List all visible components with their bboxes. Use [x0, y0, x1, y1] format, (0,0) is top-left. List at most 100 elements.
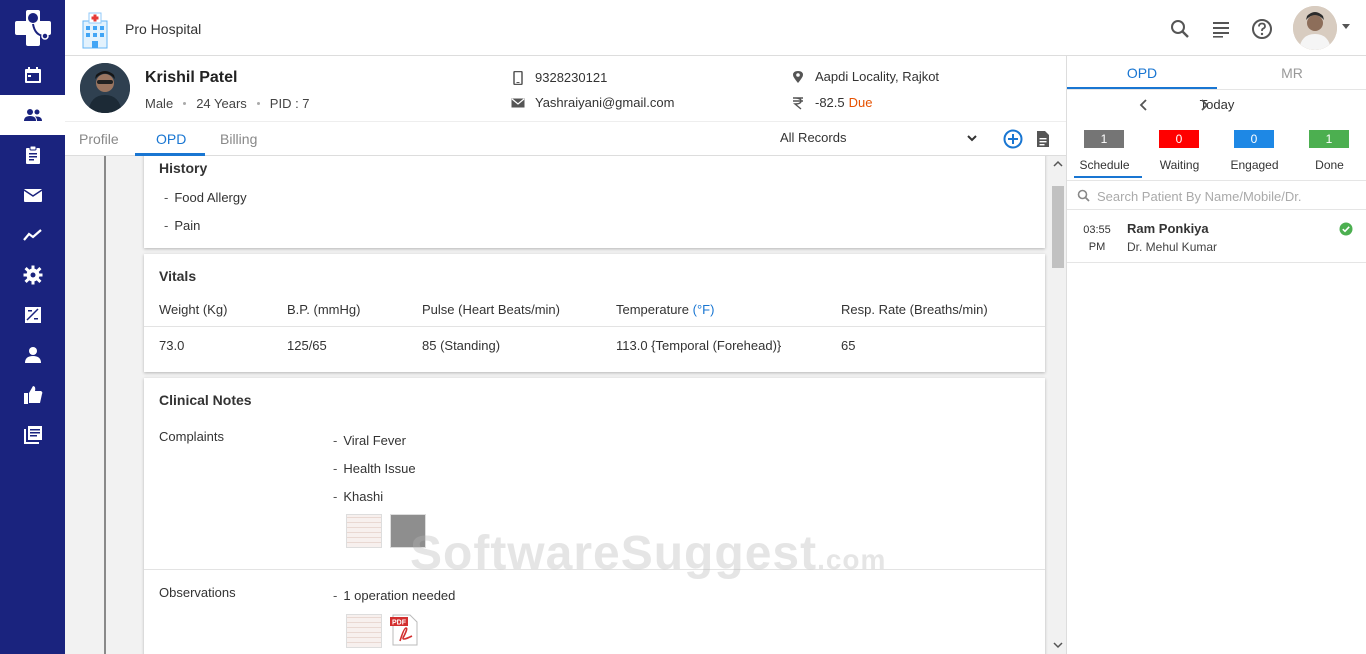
- nav-patients[interactable]: [0, 95, 65, 135]
- waiting-label[interactable]: Waiting: [1142, 158, 1217, 172]
- patient-address: Aapdi Locality, Rajkot: [791, 69, 939, 84]
- clinical-notes-card: Clinical Notes Complaints - Viral Fever -…: [144, 378, 1045, 654]
- nav-settings[interactable]: [0, 255, 65, 295]
- schedule-count-badge[interactable]: 1: [1084, 130, 1124, 148]
- hospital-building-icon: [82, 12, 108, 49]
- account-dropdown-caret[interactable]: [1342, 24, 1350, 29]
- nav-clipboard[interactable]: [0, 135, 65, 175]
- engaged-label[interactable]: Engaged: [1217, 158, 1292, 172]
- schedule-label[interactable]: Schedule: [1067, 158, 1142, 172]
- observation-attachment-thumbnail[interactable]: [346, 614, 382, 648]
- vitals-card: Vitals Weight (Kg) B.P. (mmHg) Pulse (He…: [144, 254, 1045, 372]
- temperature-unit-toggle[interactable]: (°F): [693, 302, 715, 317]
- vitals-header-weight: Weight (Kg): [159, 302, 228, 317]
- hospital-name: Pro Hospital: [125, 21, 202, 37]
- engaged-count-badge[interactable]: 0: [1234, 130, 1274, 148]
- mail-icon: [511, 98, 525, 107]
- tab-billing[interactable]: Billing: [220, 131, 257, 147]
- nav-reports[interactable]: [0, 295, 65, 335]
- patient-balance-status: Due: [848, 95, 873, 110]
- document-icon[interactable]: [1036, 130, 1050, 148]
- search-icon[interactable]: [1169, 18, 1191, 40]
- svg-text:PDF: PDF: [392, 620, 407, 627]
- nav-mail[interactable]: [0, 175, 65, 215]
- list-menu-icon[interactable]: [1210, 18, 1232, 40]
- complaint-attachment-thumbnail[interactable]: [346, 514, 382, 548]
- patient-age: 24 Years: [196, 96, 247, 111]
- pdf-file-icon[interactable]: PDF: [390, 614, 420, 646]
- tab-divider: [1067, 89, 1366, 90]
- nav-trends[interactable]: [0, 215, 65, 255]
- date-label: Today: [1199, 97, 1235, 112]
- nav-user[interactable]: [0, 335, 65, 375]
- timeline-line: [104, 156, 106, 654]
- complaints-label: Complaints: [159, 429, 225, 444]
- complaint-item: - Khashi: [333, 489, 384, 504]
- rupee-icon: [793, 96, 803, 110]
- gear-icon: [23, 265, 42, 285]
- scroll-down-icon[interactable]: [1053, 641, 1063, 649]
- vitals-value-temperature: 113.0 {Temporal (Forehead)}: [616, 338, 782, 353]
- observation-item: -1 operation needed: [333, 588, 456, 603]
- user-avatar-photo: [1293, 6, 1337, 50]
- nav-calendar[interactable]: [0, 55, 65, 95]
- appointment-row[interactable]: 03:55 PM Ram Ponkiya Dr. Mehul Kumar: [1067, 212, 1366, 263]
- vitals-header-pulse: Pulse (Heart Beats/min): [422, 302, 560, 317]
- patient-address-text: Aapdi Locality, Rajkot: [815, 69, 940, 84]
- patient-balance: -82.5 Due: [791, 95, 873, 110]
- scrollbar-thumb[interactable]: [1052, 186, 1064, 268]
- mail-icon: [23, 189, 42, 202]
- add-record-button[interactable]: [1003, 129, 1023, 149]
- done-label[interactable]: Done: [1292, 158, 1366, 172]
- appointment-time: 03:55 PM: [1083, 224, 1111, 253]
- top-bar: Pro Hospital: [65, 0, 1366, 56]
- patient-email: Yashraiyani@gmail.com: [511, 95, 674, 110]
- opd-content: History - Food Allergy - Pain Vitals Weigh…: [65, 156, 1066, 654]
- patient-balance-amount: -82.5: [815, 95, 845, 110]
- help-icon[interactable]: [1251, 18, 1273, 40]
- tab-opd-queue[interactable]: OPD: [1067, 65, 1217, 81]
- search-icon: [1077, 189, 1090, 202]
- app-logo[interactable]: [0, 0, 65, 55]
- complaint-item: - Health Issue: [333, 461, 416, 476]
- nav-feedback[interactable]: [0, 375, 65, 415]
- records-filter[interactable]: All Records: [780, 130, 846, 145]
- chevron-right-icon[interactable]: [1199, 99, 1209, 111]
- patient-phone-text: 9328230121: [535, 70, 608, 85]
- separator-dot: [183, 102, 187, 105]
- thumbs-up-icon: [23, 386, 42, 404]
- tab-opd[interactable]: OPD: [156, 131, 186, 147]
- content-scrollbar[interactable]: [1050, 156, 1066, 654]
- patient-search-input[interactable]: [1097, 187, 1357, 205]
- patient-phone: 9328230121: [511, 70, 607, 85]
- vitals-value-bp: 125/65: [287, 338, 327, 353]
- observations-label: Observations: [159, 585, 236, 600]
- vitals-value-weight: 73.0: [159, 338, 185, 353]
- patient-pid: PID : 7: [269, 96, 310, 111]
- clinical-notes-title: Clinical Notes: [159, 392, 252, 408]
- waiting-count-badge[interactable]: 0: [1159, 130, 1199, 148]
- vitals-header-bp: B.P. (mmHg): [287, 302, 361, 317]
- patient-name: Krishil Patel: [145, 69, 238, 86]
- history-title: History: [159, 160, 208, 176]
- scroll-up-icon[interactable]: [1053, 160, 1063, 168]
- done-count-badge[interactable]: 1: [1309, 130, 1349, 148]
- separator-dot: [256, 102, 260, 105]
- history-item: - Food Allergy: [164, 190, 247, 205]
- patient-header: Krishil Patel Male 24 Years PID : 7 9328…: [65, 56, 1066, 121]
- appointment-doctor-name: Dr. Mehul Kumar: [1127, 240, 1218, 254]
- patient-gender: Male: [145, 96, 174, 111]
- history-card: History - Food Allergy - Pain: [144, 156, 1045, 248]
- tab-profile[interactable]: Profile: [79, 131, 119, 147]
- patient-tabs: Profile OPD Billing All Records: [65, 121, 1066, 156]
- complaint-attachment-thumbnail[interactable]: [390, 514, 426, 548]
- chevron-down-icon[interactable]: [967, 133, 977, 143]
- history-item: - Pain: [164, 218, 201, 233]
- tab-mr[interactable]: MR: [1217, 65, 1366, 81]
- vitals-value-pulse: 85 (Standing): [422, 338, 501, 353]
- nav-library[interactable]: [0, 415, 65, 455]
- appointment-patient-name: Ram Ponkiya: [1127, 221, 1209, 236]
- calendar-icon: [24, 67, 41, 83]
- patient-email-text: Yashraiyani@gmail.com: [535, 95, 675, 110]
- user-avatar[interactable]: [1293, 6, 1337, 50]
